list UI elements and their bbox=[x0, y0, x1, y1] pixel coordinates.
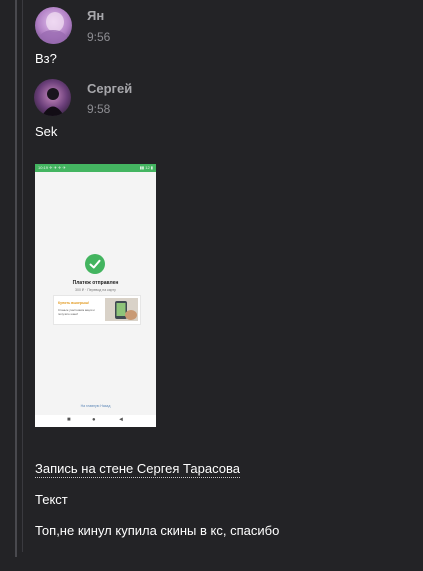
phone-status-bar: 10:19 ✈ ✈ ✈ ✈ ▮▮ 12 ▮ bbox=[35, 164, 156, 172]
message-time: 9:56 bbox=[87, 30, 111, 44]
phone-nav-square-icon: ■ bbox=[67, 417, 71, 423]
phone-nav-bar: ■ ● ◄ bbox=[35, 415, 156, 427]
wall-post-body: Топ,не кинул купила скины в кс, спасибо bbox=[35, 523, 280, 538]
phone-status-left: 10:19 ✈ ✈ ✈ ✈ bbox=[38, 165, 66, 170]
message-author[interactable]: Сергей bbox=[87, 81, 132, 96]
avatar[interactable] bbox=[35, 7, 72, 44]
checkmark-icon bbox=[85, 254, 105, 274]
promo-card-image bbox=[105, 298, 138, 321]
payment-subtitle: 300 ₽ · Перевод на карту bbox=[75, 288, 116, 292]
phone-status-right: ▮▮ 12 ▮ bbox=[139, 165, 153, 170]
message-author[interactable]: Ян bbox=[87, 8, 104, 23]
promo-card-text: Станьте участником акции и получите шанс… bbox=[58, 308, 95, 316]
payment-title: Платеж отправлен bbox=[72, 280, 119, 286]
phone-bottom-link: На главную Назад bbox=[80, 404, 111, 408]
forwarded-quote-bar bbox=[15, 0, 17, 557]
photo-attachment[interactable]: 10:19 ✈ ✈ ✈ ✈ ▮▮ 12 ▮ Платеж отправлен 3… bbox=[35, 164, 156, 427]
phone-nav-circle-icon: ● bbox=[92, 417, 96, 423]
promo-card: Купить выигрыш! Станьте участником акции… bbox=[53, 295, 141, 325]
promo-card-title: Купить выигрыш! bbox=[58, 301, 90, 305]
avatar[interactable] bbox=[34, 79, 71, 116]
forwarded-quote-inner-bar bbox=[22, 0, 23, 552]
message-text: Sek bbox=[35, 124, 58, 139]
wall-post-title: Текст bbox=[35, 492, 68, 507]
phone-nav-back-icon: ◄ bbox=[118, 417, 124, 423]
wall-post-link[interactable]: Запись на стене Сергея Тарасова bbox=[35, 461, 240, 478]
message-time: 9:58 bbox=[87, 102, 111, 116]
message-text: Вз? bbox=[35, 51, 57, 66]
